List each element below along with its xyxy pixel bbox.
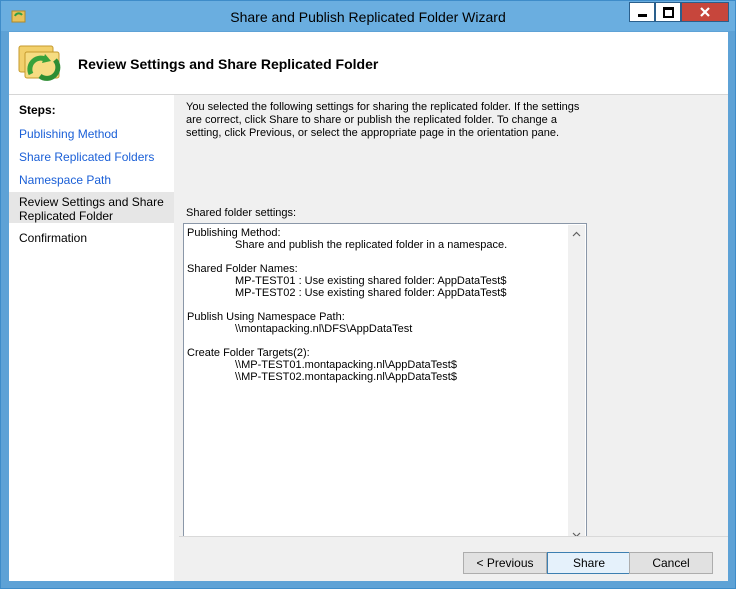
- window-title: Share and Publish Replicated Folder Wiza…: [230, 9, 506, 25]
- maximize-button[interactable]: [655, 2, 681, 22]
- minimize-icon: [637, 13, 647, 17]
- step-share-replicated-folders[interactable]: Share Replicated Folders: [9, 150, 174, 164]
- steps-pane: Steps: Publishing Method Share Replicate…: [9, 95, 174, 581]
- maximize-icon: [662, 6, 674, 18]
- close-icon: [700, 7, 710, 17]
- names-line-2: MP-TEST02 : Use existing shared folder: …: [235, 287, 507, 299]
- step-confirmation: Confirmation: [19, 231, 88, 245]
- step-review-settings: Review Settings and Share Replicated Fol…: [9, 192, 174, 223]
- vertical-scrollbar[interactable]: [568, 225, 585, 543]
- minimize-button[interactable]: [629, 2, 655, 22]
- targets-heading: Create Folder Targets(2):: [187, 347, 310, 359]
- button-bar: < Previous Share Cancel: [179, 536, 728, 581]
- page-title: Review Settings and Share Replicated Fol…: [78, 56, 379, 72]
- targets-line-1: \\MP-TEST01.montapacking.nl\AppDataTest$: [235, 359, 457, 371]
- title-bar[interactable]: Share and Publish Replicated Folder Wiza…: [1, 1, 735, 31]
- wizard-header: Review Settings and Share Replicated Fol…: [9, 32, 728, 95]
- settings-textbox[interactable]: Publishing Method: Share and publish the…: [183, 223, 587, 545]
- targets-line-2: \\MP-TEST02.montapacking.nl\AppDataTest$: [235, 371, 457, 383]
- share-button[interactable]: Share: [547, 552, 631, 574]
- settings-content: Publishing Method: Share and publish the…: [187, 227, 566, 541]
- close-button[interactable]: [681, 2, 729, 22]
- previous-button[interactable]: < Previous: [463, 552, 547, 574]
- chevron-up-icon: [572, 231, 581, 236]
- names-heading: Shared Folder Names:: [187, 263, 298, 275]
- step-publishing-method[interactable]: Publishing Method: [9, 127, 174, 141]
- path-value: \\montapacking.nl\DFS\AppDataTest: [235, 323, 413, 335]
- cancel-button[interactable]: Cancel: [629, 552, 713, 574]
- settings-label: Shared folder settings:: [186, 207, 297, 219]
- step-namespace-path[interactable]: Namespace Path: [9, 173, 174, 187]
- path-heading: Publish Using Namespace Path:: [187, 311, 345, 323]
- publishing-value: Share and publish the replicated folder …: [235, 239, 508, 251]
- intro-text: You selected the following settings for …: [186, 101, 580, 139]
- scroll-up-button[interactable]: [568, 225, 585, 242]
- steps-heading: Steps:: [19, 103, 56, 117]
- wizard-client-area: Review Settings and Share Replicated Fol…: [9, 32, 728, 581]
- wizard-window: Share and Publish Replicated Folder Wiza…: [0, 0, 736, 589]
- names-line-1: MP-TEST01 : Use existing shared folder: …: [235, 275, 507, 287]
- main-pane: You selected the following settings for …: [179, 95, 728, 581]
- replicated-folder-sync-icon: [18, 45, 61, 81]
- publishing-heading: Publishing Method:: [187, 227, 281, 239]
